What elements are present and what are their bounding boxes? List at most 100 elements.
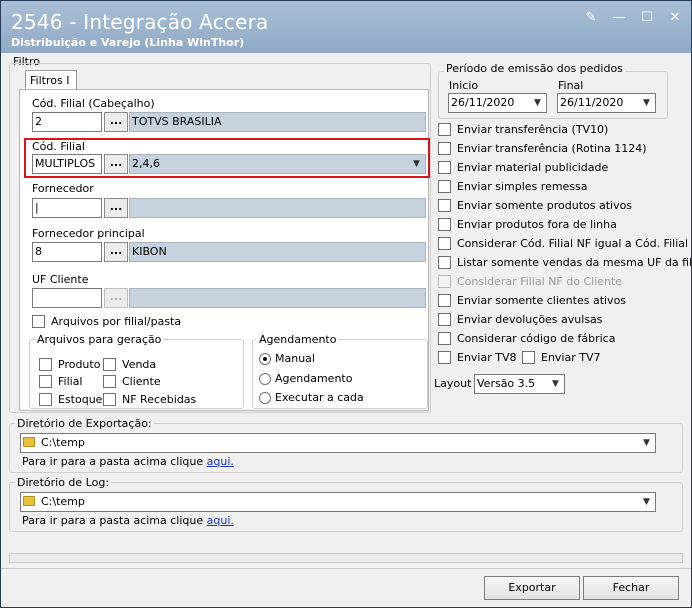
cod-filial-input[interactable]: MULTIPLOS <box>32 154 102 174</box>
option-label: Enviar somente clientes ativos <box>457 294 627 307</box>
arquivos-por-filial-label: Arquivos por filial/pasta <box>51 315 182 328</box>
option-label: Enviar devoluções avulsas <box>457 313 603 326</box>
enviar-tv8-checkbox[interactable]: Enviar TV8 <box>438 351 517 364</box>
venda-checkbox[interactable]: Venda <box>103 358 156 371</box>
window-subtitle: Distribuição e Varejo (Linha WinThor) <box>11 36 245 49</box>
checkbox-box[interactable] <box>39 358 52 371</box>
checkbox-box[interactable] <box>438 351 451 364</box>
chevron-down-icon[interactable]: ▼ <box>531 96 544 110</box>
fornecedor-principal-label: Fornecedor principal <box>32 227 145 240</box>
option-label: Considerar Filial NF do Cliente <box>457 275 623 288</box>
enviar-clientes-ativos-checkbox[interactable]: Enviar somente clientes ativos <box>438 294 626 307</box>
main-window: 2546 - Integração Accera Distribuição e … <box>0 0 692 608</box>
checkbox-box[interactable] <box>438 123 451 136</box>
export-dir-path: C:\temp <box>41 436 85 449</box>
cod-filial-search-button[interactable]: ... <box>104 154 128 174</box>
cod-filial-multi-select[interactable]: 2,4,6 ▼ <box>129 154 426 174</box>
enviar-devolucoes-avulsas-checkbox[interactable]: Enviar devoluções avulsas <box>438 313 603 326</box>
manual-radio[interactable]: Manual <box>259 352 315 365</box>
radio-dot[interactable] <box>259 352 271 365</box>
produto-checkbox[interactable]: Produto <box>39 358 100 371</box>
checkbox-box[interactable] <box>103 375 116 388</box>
cod-filial-cab-label: Cód. Filial (Cabeçalho) <box>32 97 155 110</box>
chevron-down-icon[interactable]: ▼ <box>640 495 653 509</box>
fornecedor-search-button[interactable]: ... <box>104 198 128 218</box>
checkbox-box[interactable] <box>438 256 451 269</box>
cliente-checkbox[interactable]: Cliente <box>103 375 161 388</box>
chevron-down-icon[interactable]: ▼ <box>549 377 562 391</box>
arquivos-geracao-label: Arquivos para geração <box>35 333 164 346</box>
enviar-transferencia-1124-checkbox[interactable]: Enviar transferência (Rotina 1124) <box>438 142 647 155</box>
option-label: Enviar somente produtos ativos <box>457 199 633 212</box>
checkbox-box[interactable] <box>438 199 451 212</box>
checkbox-box[interactable] <box>39 375 52 388</box>
executar-a-cada-radio[interactable]: Executar a cada <box>259 391 364 404</box>
fechar-button[interactable]: Fechar <box>583 576 679 600</box>
checkbox-box[interactable] <box>103 358 116 371</box>
cod-filial-cab-search-button[interactable]: ... <box>104 112 128 132</box>
filial-checkbox[interactable]: Filial <box>39 375 83 388</box>
fornecedor-principal-search-button[interactable]: ... <box>104 242 128 262</box>
enviar-transferencia-tv10-checkbox[interactable]: Enviar transferência (TV10) <box>438 123 608 136</box>
nf-recebidas-checkbox[interactable]: NF Recebidas <box>103 393 196 406</box>
client-area: Filtro Filtros I Cód. Filial (Cabeçalho)… <box>1 53 692 607</box>
checkbox-box[interactable] <box>438 332 451 345</box>
export-dir-select[interactable]: C:\temp ▼ <box>20 433 656 453</box>
considerar-codigo-fabrica-checkbox[interactable]: Considerar código de fábrica <box>438 332 615 345</box>
inicio-date-picker[interactable]: 26/11/2020 ▼ <box>448 93 547 113</box>
arquivos-por-filial-checkbox[interactable]: Arquivos por filial/pasta <box>32 315 181 328</box>
venda-label: Venda <box>122 358 157 371</box>
layout-value: Versão 3.5 <box>477 377 536 390</box>
checkbox-box <box>438 275 451 288</box>
exportar-button[interactable]: Exportar <box>484 576 580 600</box>
log-dir-link[interactable]: aqui. <box>207 514 234 527</box>
export-dir-link[interactable]: aqui. <box>207 455 234 468</box>
chevron-down-icon[interactable]: ▼ <box>410 157 423 171</box>
edit-icon[interactable]: ✎ <box>583 11 599 25</box>
export-dir-hint-text: Para ir para a pasta acima clique <box>22 455 207 468</box>
checkbox-box[interactable] <box>438 313 451 326</box>
enviar-produtos-ativos-checkbox[interactable]: Enviar somente produtos ativos <box>438 199 632 212</box>
estoque-checkbox[interactable]: Estoque <box>39 393 102 406</box>
uf-cliente-input[interactable] <box>32 288 102 308</box>
enviar-material-publicidade-checkbox[interactable]: Enviar material publicidade <box>438 161 608 174</box>
final-date-picker[interactable]: 26/11/2020 ▼ <box>557 93 656 113</box>
option-label: Considerar Cód. Filial NF igual a Cód. F… <box>457 237 689 250</box>
checkbox-box[interactable] <box>438 142 451 155</box>
progress-bar <box>9 553 683 563</box>
agendamento-radio[interactable]: Agendamento <box>259 372 352 385</box>
close-icon[interactable]: ✕ <box>667 11 683 25</box>
layout-select[interactable]: Versão 3.5 ▼ <box>474 374 565 394</box>
minimize-icon[interactable]: — <box>611 11 627 25</box>
considerar-cod-filial-nf-checkbox[interactable]: Considerar Cód. Filial NF igual a Cód. F… <box>438 237 688 250</box>
cod-filial-cab-input[interactable]: 2 <box>32 112 102 132</box>
checkbox-box[interactable] <box>438 218 451 231</box>
listar-vendas-mesma-uf-checkbox[interactable]: Listar somente vendas da mesma UF da fil… <box>438 256 692 269</box>
checkbox-box[interactable] <box>103 393 116 406</box>
enviar-produtos-fora-linha-checkbox[interactable]: Enviar produtos fora de linha <box>438 218 617 231</box>
checkbox-box[interactable] <box>522 351 535 364</box>
checkbox-box[interactable] <box>438 294 451 307</box>
tab-filtros-i[interactable]: Filtros I <box>25 70 77 90</box>
checkbox-box[interactable] <box>438 237 451 250</box>
log-dir-hint-text: Para ir para a pasta acima clique <box>22 514 207 527</box>
chevron-down-icon[interactable]: ▼ <box>640 436 653 450</box>
fornecedor-input[interactable]: | <box>32 198 102 218</box>
maximize-icon[interactable]: ☐ <box>639 11 655 25</box>
checkbox-box[interactable] <box>438 161 451 174</box>
periodo-label: Período de emissão dos pedidos <box>444 62 625 75</box>
checkbox-box[interactable] <box>39 393 52 406</box>
chevron-down-icon[interactable]: ▼ <box>640 96 653 110</box>
fornecedor-principal-input[interactable]: 8 <box>32 242 102 262</box>
enviar-tv7-checkbox[interactable]: Enviar TV7 <box>522 351 601 364</box>
enviar-simples-remessa-checkbox[interactable]: Enviar simples remessa <box>438 180 588 193</box>
radio-dot[interactable] <box>259 372 271 385</box>
agendamento-option-label: Agendamento <box>275 372 353 385</box>
uf-cliente-search-button[interactable]: ... <box>104 288 128 308</box>
log-dir-select[interactable]: C:\temp ▼ <box>20 492 656 512</box>
log-dir-label: Diretório de Log: <box>15 476 112 489</box>
radio-dot[interactable] <box>259 391 271 404</box>
fornecedor-principal-description: KIBON <box>129 242 426 262</box>
checkbox-box[interactable] <box>438 180 451 193</box>
checkbox-box[interactable] <box>32 315 45 328</box>
